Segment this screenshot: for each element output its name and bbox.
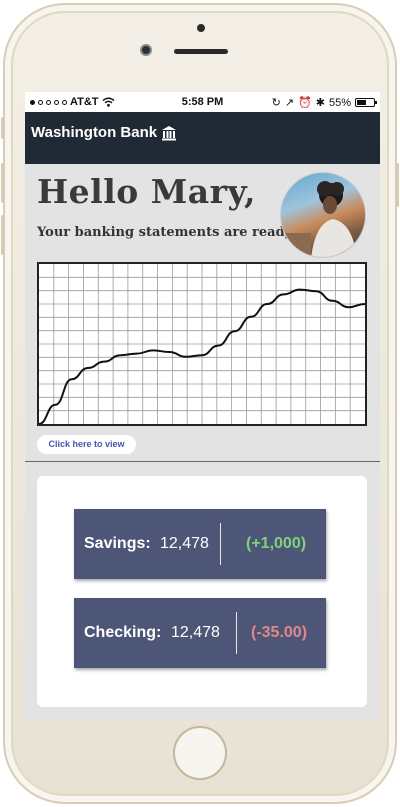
app-header: Washington Bank [25,112,380,164]
power-button [395,163,399,207]
savings-change: (+1,000) [246,535,307,552]
section-divider [25,461,380,462]
battery-percent: 55% [328,96,351,109]
statement-chart [37,262,367,426]
rotation-lock-icon: ↻ [271,97,281,109]
checking-change: (-35.00) [251,624,308,641]
volume-up-button [1,163,5,203]
profile-photo [281,181,357,257]
location-icon: ↗ [284,97,295,109]
savings-amount: 12,478 [160,535,209,552]
statements-subtitle: Your banking statements are ready [37,225,293,240]
bank-icon [162,125,177,140]
savings-account-tile[interactable]: Savings: 12,478 (+1,000) [74,509,326,579]
status-indicators: ↻ ↗ ⏰ ✱ 55% [271,96,377,109]
greeting-title: Hello Mary, [37,172,257,211]
brand-logo[interactable]: Washington Bank [31,124,177,141]
volume-down-button [1,215,5,255]
savings-separator [220,523,221,565]
bluetooth-icon: ✱ [315,97,325,109]
accounts-card: Savings: 12,478 (+1,000) Checking: 12,47… [37,476,367,707]
alarm-icon: ⏰ [298,97,312,109]
proximity-sensor [197,24,205,32]
view-statements-button[interactable]: Click here to view [37,435,136,454]
greeting-section: Hello Mary, Your banking statements are … [25,164,380,461]
checking-amount: 12,478 [171,624,220,641]
battery-icon [355,98,377,107]
chart-plot [39,264,365,424]
brand-name: Washington Bank [31,124,158,141]
mute-switch [1,117,5,139]
checking-separator [236,612,237,654]
earpiece-speaker [174,49,228,54]
savings-label: Savings: [84,535,151,552]
checking-account-tile[interactable]: Checking: 12,478 (-35.00) [74,598,326,668]
front-camera [140,44,152,56]
app-screen: AT&T 5:58 PM ↻ ↗ ⏰ ✱ 55% Washington Bank [25,92,380,720]
checking-label: Checking: [84,624,162,641]
status-bar: AT&T 5:58 PM ↻ ↗ ⏰ ✱ 55% [25,92,380,112]
avatar[interactable] [280,172,366,258]
home-button[interactable] [173,726,227,780]
